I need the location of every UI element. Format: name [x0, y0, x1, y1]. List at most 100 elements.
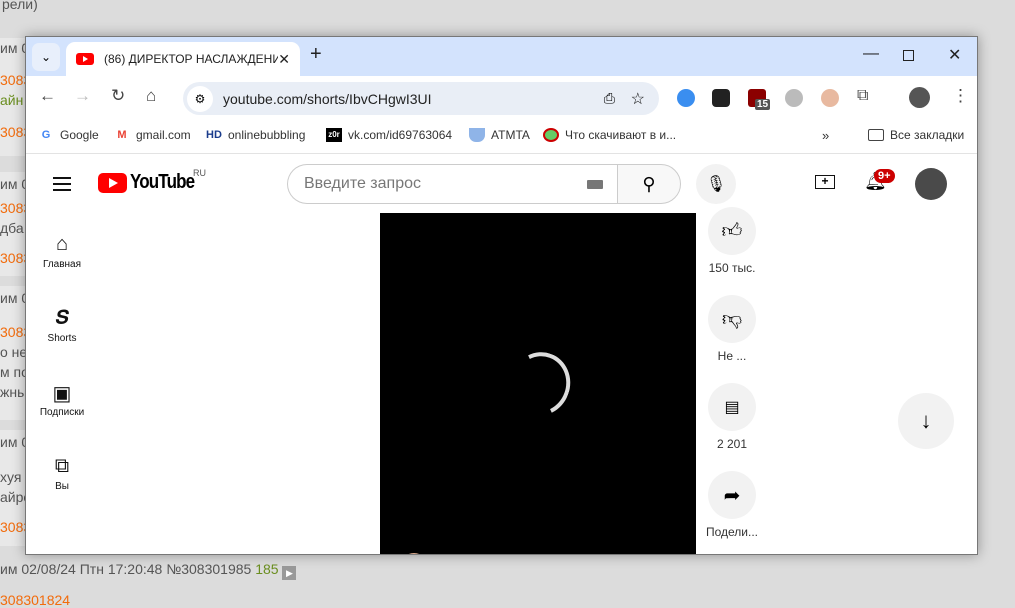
bookmark-item[interactable]: Что скачивают в и...: [543, 128, 676, 142]
bookmark-g-icon: G: [41, 129, 51, 141]
close-tab-icon[interactable]: ✕: [278, 51, 290, 68]
share-button[interactable]: ➦: [708, 471, 756, 519]
more-bookmarks-icon[interactable]: »: [822, 128, 829, 143]
chevron-down-icon: ⌄: [40, 50, 52, 64]
tab-search-button[interactable]: ⌄: [32, 43, 60, 71]
bookmark-label: onlinebubbling: [228, 128, 306, 142]
extension-icon[interactable]: [821, 89, 839, 107]
bookmarks-bar: G Google Mgmail.com HD onlinebubbling z0r vk.c…: [26, 119, 977, 154]
bookmark-label: vk.com/id69763064: [348, 128, 453, 142]
bookmark-z0r-icon: z0r: [326, 128, 342, 142]
youtube-logo[interactable]: YouTube RU: [98, 168, 206, 194]
bg-post-meta: им 02/08/24 Птн 17:20:48 №308301985 185 …: [0, 561, 297, 580]
voice-search-button[interactable]: 🎙: [696, 164, 736, 204]
tab-title: (86) ДИРЕКТОР НАСЛАЖДЕНИ: [104, 52, 279, 66]
tab-youtube[interactable]: (86) ДИРЕКТОР НАСЛАЖДЕНИ ✕: [66, 42, 300, 76]
region-label: RU: [193, 168, 206, 178]
sidebar-item-label: Подписки: [39, 407, 85, 418]
sidebar-item-subscriptions[interactable]: ▣ Подписки: [26, 381, 98, 418]
comment-icon: ▤: [724, 399, 740, 416]
comments-button[interactable]: ▤: [708, 383, 756, 431]
bg-reply-link[interactable]: 308301824: [0, 592, 70, 608]
like-button[interactable]: 👍︎: [708, 207, 756, 255]
bookmark-no-icon: [543, 128, 559, 142]
minimize-button[interactable]: —: [863, 45, 879, 63]
subscriptions-icon: ▣: [52, 383, 72, 405]
bookmark-shield-icon: [469, 128, 485, 142]
search-placeholder: Введите запрос: [304, 175, 421, 192]
bookmark-m-icon: M: [117, 129, 127, 141]
back-button[interactable]: ←: [39, 86, 56, 106]
extension-icon[interactable]: [712, 89, 730, 107]
notifications-badge: 9+: [874, 169, 895, 183]
bookmark-item[interactable]: G Google: [38, 128, 99, 142]
next-video-button[interactable]: ↓: [898, 393, 954, 449]
home-button[interactable]: ⌂: [146, 86, 156, 106]
search-input[interactable]: Введите запрос: [287, 164, 618, 204]
all-bookmarks[interactable]: Все закладки: [868, 128, 964, 142]
keyboard-icon[interactable]: [587, 180, 603, 189]
extension-badge: 15: [755, 99, 771, 110]
bg-fragment: айн: [0, 92, 24, 108]
new-tab-button[interactable]: +: [310, 43, 322, 66]
account-avatar[interactable]: [915, 168, 947, 200]
like-count: 150 тыс.: [708, 261, 756, 275]
bookmark-label: Google: [60, 128, 99, 142]
close-window-button[interactable]: ✕: [948, 45, 961, 65]
youtube-page: YouTube RU Введите запрос ⚲ 🎙 + 🔔︎ 9+ ⌂Г…: [26, 155, 977, 554]
sidebar-item-label: Вы: [55, 481, 69, 492]
comment-count: 2 201: [716, 437, 748, 451]
shorts-video-player[interactable]: [380, 213, 696, 554]
sidebar-item-shorts[interactable]: 𝑺 Shorts: [26, 307, 98, 344]
dislike-button[interactable]: 👎︎: [708, 295, 756, 343]
thumbs-down-icon: 👎︎: [721, 308, 743, 330]
search-icon: ⚲: [642, 173, 656, 194]
arrow-down-icon: ↓: [920, 408, 932, 433]
logo-text: YouTube: [130, 171, 195, 193]
loading-spinner: [500, 343, 580, 425]
share-arrow-icon: ➦: [723, 484, 741, 507]
sidebar-item-label: Shorts: [47, 333, 77, 344]
shorts-icon: 𝑺: [55, 307, 69, 329]
search-button[interactable]: ⚲: [617, 164, 681, 204]
address-bar[interactable]: ⚙ youtube.com/shorts/IbvCHgwI3UI ⎙ ☆: [183, 82, 659, 115]
channel-avatar[interactable]: [400, 553, 428, 554]
menu-kebab-icon[interactable]: ⋮: [952, 86, 969, 106]
bookmark-item[interactable]: z0r vk.com/id69763064: [326, 128, 452, 142]
profile-avatar[interactable]: [909, 87, 930, 108]
bookmark-label: Что скачивают в и...: [565, 128, 677, 142]
create-video-icon[interactable]: +: [815, 175, 835, 189]
extension-icon[interactable]: [677, 89, 695, 107]
sidebar-item-label: Главная: [42, 259, 82, 270]
browser-window: ⌄ (86) ДИРЕКТОР НАСЛАЖДЕНИ ✕ + — ✕ ← → ↻…: [25, 36, 978, 555]
bookmark-item[interactable]: HD onlinebubbling: [206, 128, 305, 142]
sidebar-item-home[interactable]: ⌂ Главная: [26, 233, 98, 270]
extensions-puzzle-icon[interactable]: ⧉: [857, 87, 868, 105]
bg-fragment: хуя: [0, 469, 22, 485]
bg-fragment: жны: [0, 384, 28, 400]
tab-strip: ⌄ (86) ДИРЕКТОР НАСЛАЖДЕНИ ✕ + — ✕: [26, 37, 977, 76]
dislike-label: Не ...: [717, 349, 747, 363]
maximize-button[interactable]: [903, 50, 914, 61]
menu-icon[interactable]: [53, 177, 71, 195]
bookmark-label: ATMTA: [491, 128, 530, 142]
thumbs-up-icon: 👍︎: [721, 220, 743, 242]
install-app-icon[interactable]: ⎙: [604, 90, 615, 107]
sidebar-item-you[interactable]: ⧉ Вы: [26, 455, 98, 492]
microphone-icon: 🎙: [705, 176, 727, 193]
youtube-favicon-icon: [76, 53, 94, 65]
site-settings-icon[interactable]: ⚙: [187, 85, 213, 112]
globe-extension-icon[interactable]: [785, 89, 803, 107]
bookmark-item[interactable]: ATMTA: [469, 128, 530, 142]
bookmark-item[interactable]: Mgmail.com: [114, 128, 190, 142]
youtube-play-icon: [98, 172, 127, 193]
bg-fragment: дба: [0, 220, 24, 236]
forward-button[interactable]: →: [74, 86, 91, 106]
bookmark-hd-icon: HD: [206, 129, 222, 141]
bookmark-star-icon[interactable]: ☆: [631, 89, 645, 109]
share-label: Подели...: [705, 525, 759, 539]
reload-button[interactable]: ↻: [111, 86, 125, 106]
bg-top-fragment: рели): [2, 0, 38, 12]
you-icon: ⧉: [54, 455, 70, 477]
url-text: youtube.com/shorts/IbvCHgwI3UI: [223, 90, 432, 107]
